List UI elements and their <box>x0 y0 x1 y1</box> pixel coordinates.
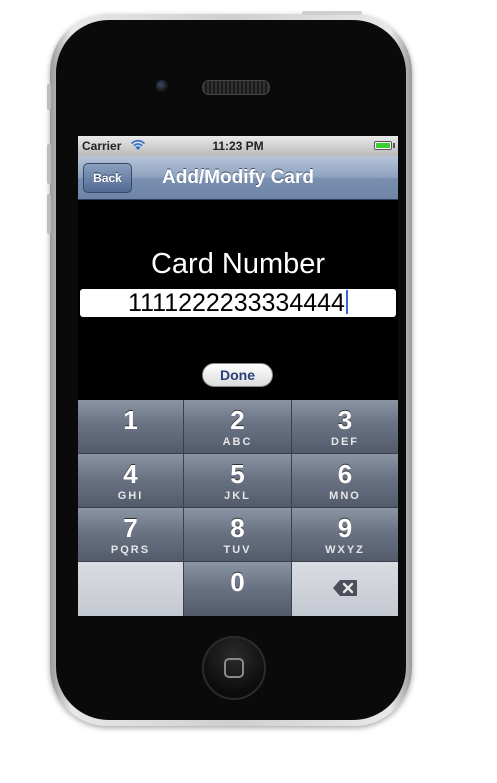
key-0[interactable]: 0 <box>184 562 292 616</box>
key-2[interactable]: 2 ABC <box>184 400 292 454</box>
key-7[interactable]: 7 PQRS <box>78 508 184 562</box>
key-5[interactable]: 5 JKL <box>184 454 292 508</box>
screen: Carrier 11:23 PM Add/Modify Card Back Ca… <box>78 136 398 616</box>
key-letters: WXYZ <box>325 544 365 556</box>
key-6[interactable]: 6 MNO <box>292 454 398 508</box>
key-letters: JKL <box>224 490 251 502</box>
mute-switch <box>47 84 51 110</box>
key-digit: 7 <box>123 513 138 543</box>
navigation-bar: Add/Modify Card Back <box>78 156 398 200</box>
key-digit: 6 <box>337 459 353 489</box>
key-digit: 8 <box>230 513 245 543</box>
power-button <box>302 11 362 15</box>
key-letters: MNO <box>329 490 361 502</box>
key-letters: ABC <box>222 436 253 448</box>
key-9[interactable]: 9 WXYZ <box>292 508 398 562</box>
card-number-label: Card Number <box>150 248 326 280</box>
delete-key[interactable] <box>292 562 398 616</box>
earpiece-speaker <box>202 80 270 95</box>
key-4[interactable]: 4 GHI <box>78 454 184 508</box>
key-digit: 2 <box>230 405 245 435</box>
key-digit: 5 <box>230 459 245 489</box>
key-blank <box>78 562 184 616</box>
text-caret <box>345 290 348 314</box>
back-button[interactable]: Back <box>83 163 132 193</box>
key-digit: 1 <box>123 405 138 435</box>
iphone-device-frame: Carrier 11:23 PM Add/Modify Card Back Ca… <box>47 11 412 726</box>
key-3[interactable]: 3 DEF <box>292 400 398 454</box>
front-camera <box>156 80 168 92</box>
key-digit: 9 <box>337 513 353 543</box>
numeric-keypad: 1 2 ABC 3 DEF 4 GHI 5 JKL 6 MNO 7 PQRS 8… <box>78 400 398 616</box>
backspace-icon <box>333 580 357 596</box>
card-number-value: 1111222233334444 <box>128 289 345 317</box>
home-button[interactable] <box>202 636 266 700</box>
battery-tip <box>393 143 395 148</box>
done-button[interactable]: Done <box>202 363 273 387</box>
key-letters: DEF <box>331 436 359 448</box>
key-letters: GHI <box>117 490 144 502</box>
battery-icon <box>374 141 392 150</box>
key-digit: 4 <box>123 459 138 489</box>
status-bar: Carrier 11:23 PM <box>78 136 398 156</box>
key-digit: 0 <box>230 567 245 597</box>
volume-up-button <box>47 144 51 184</box>
key-1[interactable]: 1 <box>78 400 184 454</box>
key-letters: TUV <box>223 544 252 556</box>
volume-down-button <box>47 194 51 234</box>
phone-bezel: Carrier 11:23 PM Add/Modify Card Back Ca… <box>56 20 406 720</box>
home-square-icon <box>224 658 244 678</box>
status-time: 11:23 PM <box>212 139 264 153</box>
card-number-input[interactable]: 1111222233334444 <box>80 289 396 317</box>
key-letters: PQRS <box>110 544 151 556</box>
key-digit: 3 <box>337 405 353 435</box>
key-8[interactable]: 8 TUV <box>184 508 292 562</box>
